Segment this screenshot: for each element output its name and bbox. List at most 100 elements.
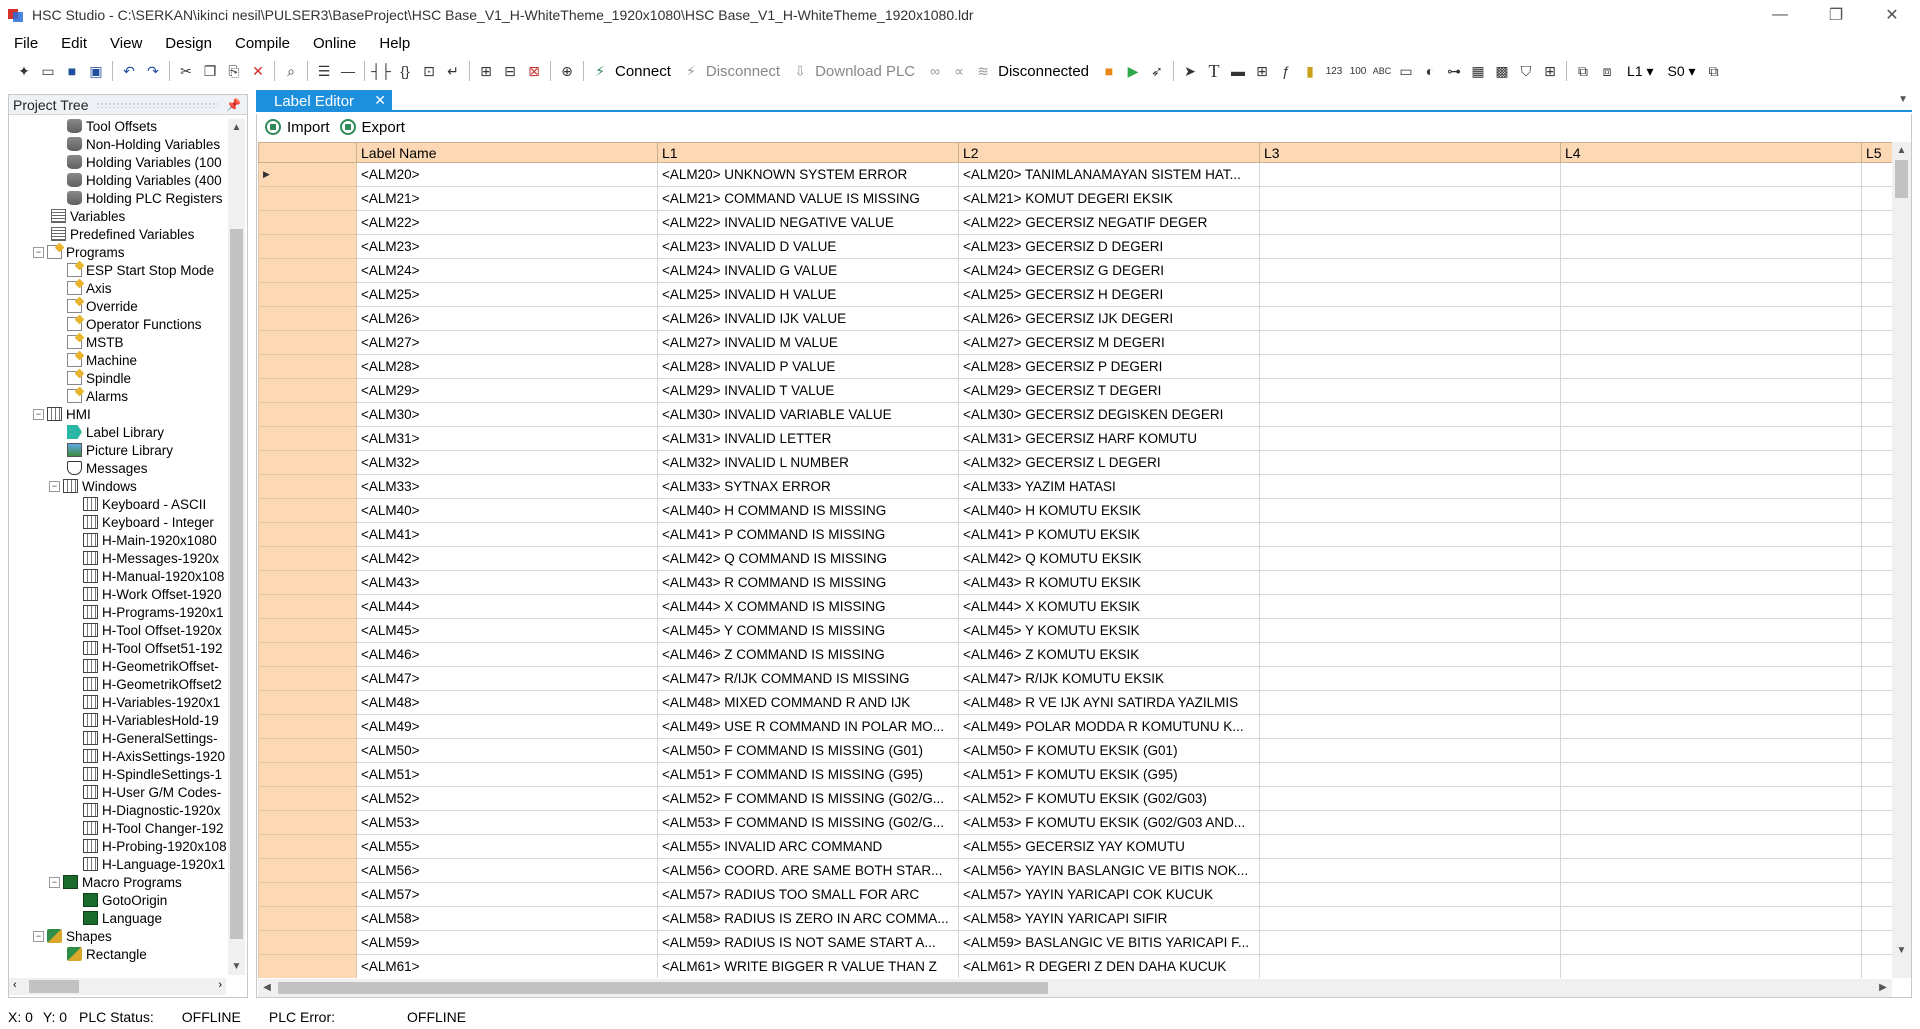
table-cell[interactable] bbox=[1861, 882, 1892, 907]
tree-node[interactable]: H-GeneralSettings- bbox=[9, 729, 227, 747]
table-cell[interactable] bbox=[1259, 714, 1561, 739]
tree-node[interactable]: H-Diagnostic-1920x bbox=[9, 801, 227, 819]
add-tool-icon[interactable]: ⊞ bbox=[1251, 60, 1273, 82]
row-header[interactable] bbox=[258, 570, 357, 595]
table-cell[interactable]: <ALM22> GECERSIZ NEGATIF DEGER bbox=[958, 210, 1260, 235]
redo-icon[interactable]: ↷ bbox=[142, 60, 164, 82]
row-header[interactable] bbox=[258, 258, 357, 283]
download-plc-icon[interactable]: ⇩ bbox=[789, 60, 811, 82]
row-header[interactable] bbox=[258, 882, 357, 907]
table-cell[interactable]: <ALM29> INVALID T VALUE bbox=[657, 378, 959, 403]
table-row[interactable]: <ALM43> <ALM43> R COMMAND IS MISSING <ALM4… bbox=[258, 570, 1892, 595]
undo-icon[interactable]: ↶ bbox=[118, 60, 140, 82]
table-row[interactable]: <ALM27> <ALM27> INVALID M VALUE <ALM27> GE… bbox=[258, 330, 1892, 355]
tree-node[interactable]: H-GeometrikOffset- bbox=[9, 657, 227, 675]
row-header[interactable] bbox=[258, 762, 357, 787]
table-cell[interactable] bbox=[1560, 474, 1862, 499]
tree-vertical-scrollbar[interactable]: ▲ ▼ bbox=[228, 119, 245, 975]
compile-icon[interactable]: ⊕ bbox=[556, 60, 578, 82]
menu-online[interactable]: Online bbox=[299, 35, 365, 52]
tree-node[interactable]: Rectangle bbox=[9, 945, 227, 963]
table-cell[interactable] bbox=[1259, 738, 1561, 763]
table-cell[interactable]: <ALM30> bbox=[356, 402, 658, 427]
table-cell[interactable]: <ALM61> bbox=[356, 954, 658, 978]
column-header-l2[interactable]: L2 bbox=[958, 142, 1260, 163]
table-cell[interactable] bbox=[1861, 546, 1892, 571]
table-cell[interactable]: <ALM44> X COMMAND IS MISSING bbox=[657, 594, 959, 619]
table-cell[interactable]: <ALM21> KOMUT DEGERI EKSIK bbox=[958, 186, 1260, 211]
table-cell[interactable] bbox=[1560, 522, 1862, 547]
table-cell[interactable] bbox=[1560, 618, 1862, 643]
table-cell[interactable]: <ALM55> GECERSIZ YAY KOMUTU bbox=[958, 834, 1260, 859]
tree-node[interactable]: H-Tool Offset51-192 bbox=[9, 639, 227, 657]
table-cell[interactable] bbox=[1560, 402, 1862, 427]
tree-node[interactable]: H-Tool Changer-192 bbox=[9, 819, 227, 837]
table-cell[interactable]: <ALM50> F KOMUTU EKSIK (G01) bbox=[958, 738, 1260, 763]
table-cell[interactable] bbox=[1259, 546, 1561, 571]
table-cell[interactable]: <ALM27> GECERSIZ M DEGERI bbox=[958, 330, 1260, 355]
tree-node[interactable]: Alarms bbox=[9, 387, 227, 405]
table-cell[interactable]: <ALM32> GECERSIZ L DEGERI bbox=[958, 450, 1260, 475]
tree-node[interactable]: Holding PLC Registers bbox=[9, 189, 227, 207]
table-row[interactable]: <ALM45> <ALM45> Y COMMAND IS MISSING <ALM4… bbox=[258, 618, 1892, 643]
table-cell[interactable] bbox=[1861, 474, 1892, 499]
table-cell[interactable]: <ALM51> bbox=[356, 762, 658, 787]
table-cell[interactable] bbox=[1259, 618, 1561, 643]
table-cell[interactable]: <ALM57> YAYIN YARICAPI COK KUCUK bbox=[958, 882, 1260, 907]
table-cell[interactable] bbox=[1861, 498, 1892, 523]
table-cell[interactable] bbox=[1560, 882, 1862, 907]
row-header[interactable] bbox=[258, 306, 357, 331]
collapse-toggle-icon[interactable]: − bbox=[49, 876, 60, 888]
table-cell[interactable] bbox=[1861, 906, 1892, 931]
table-cell[interactable]: <ALM40> bbox=[356, 498, 658, 523]
menu-file[interactable]: File bbox=[0, 35, 47, 52]
rung-function-icon[interactable]: ⊡ bbox=[418, 60, 440, 82]
collapse-toggle-icon[interactable]: − bbox=[49, 480, 60, 492]
table-cell[interactable] bbox=[1560, 378, 1862, 403]
shield-tool-icon[interactable]: ⛉ bbox=[1515, 60, 1537, 82]
tree-node[interactable]: H-Work Offset-1920 bbox=[9, 585, 227, 603]
disconnect-icon[interactable]: ⚡ bbox=[680, 60, 702, 82]
table-cell[interactable]: <ALM44> bbox=[356, 594, 658, 619]
table-cell[interactable]: <ALM55> bbox=[356, 834, 658, 859]
table-cell[interactable] bbox=[1259, 162, 1561, 187]
table-row[interactable]: <ALM52> <ALM52> F COMMAND IS MISSING (G02… bbox=[258, 786, 1892, 811]
export-button[interactable]: Export bbox=[339, 119, 405, 136]
maximize-button[interactable]: ❐ bbox=[1808, 0, 1864, 30]
table-cell[interactable]: <ALM30> GECERSIZ DEGISKEN DEGERI bbox=[958, 402, 1260, 427]
table-cell[interactable] bbox=[1259, 762, 1561, 787]
table-cell[interactable] bbox=[1861, 186, 1892, 211]
table-cell[interactable]: <ALM45> Y KOMUTU EKSIK bbox=[958, 618, 1260, 643]
tree-node[interactable]: Tool Offsets bbox=[9, 117, 227, 135]
row-header[interactable] bbox=[258, 690, 357, 715]
table-cell[interactable]: <ALM58> RADIUS IS ZERO IN ARC COMMA... bbox=[657, 906, 959, 931]
download-plc-button[interactable]: Download PLC bbox=[815, 63, 915, 80]
table-cell[interactable]: <ALM44> X KOMUTU EKSIK bbox=[958, 594, 1260, 619]
scroll-left-icon[interactable]: ◀ bbox=[258, 979, 276, 997]
table-row[interactable]: <ALM57> <ALM57> RADIUS TOO SMALL FOR ARC <… bbox=[258, 882, 1892, 907]
table-cell[interactable] bbox=[1560, 210, 1862, 235]
row-header[interactable] bbox=[258, 402, 357, 427]
menu-design[interactable]: Design bbox=[151, 35, 221, 52]
table-cell[interactable]: <ALM55> INVALID ARC COMMAND bbox=[657, 834, 959, 859]
table-cell[interactable] bbox=[1259, 690, 1561, 715]
row-header[interactable] bbox=[258, 186, 357, 211]
table-cell[interactable] bbox=[1560, 858, 1862, 883]
table-cell[interactable] bbox=[1861, 426, 1892, 451]
tree-node[interactable]: Variables bbox=[9, 207, 227, 225]
table-cell[interactable]: <ALM58> bbox=[356, 906, 658, 931]
table-cell[interactable] bbox=[1861, 234, 1892, 259]
table-cell[interactable]: <ALM42> Q COMMAND IS MISSING bbox=[657, 546, 959, 571]
table-cell[interactable] bbox=[1259, 330, 1561, 355]
scroll-down-icon[interactable]: ▼ bbox=[228, 958, 245, 975]
delete-icon[interactable]: ✕ bbox=[247, 60, 269, 82]
window-select-icon[interactable]: ⧉ bbox=[1703, 60, 1725, 82]
table-cell[interactable]: <ALM31> INVALID LETTER bbox=[657, 426, 959, 451]
table-row[interactable]: <ALM42> <ALM42> Q COMMAND IS MISSING <ALM4… bbox=[258, 546, 1892, 571]
remove-device-icon[interactable]: ⊠ bbox=[523, 60, 545, 82]
table-cell[interactable]: <ALM42> bbox=[356, 546, 658, 571]
table-cell[interactable]: <ALM24> INVALID G VALUE bbox=[657, 258, 959, 283]
table-cell[interactable]: <ALM56> bbox=[356, 858, 658, 883]
table-cell[interactable] bbox=[1861, 450, 1892, 475]
table-cell[interactable] bbox=[1259, 474, 1561, 499]
